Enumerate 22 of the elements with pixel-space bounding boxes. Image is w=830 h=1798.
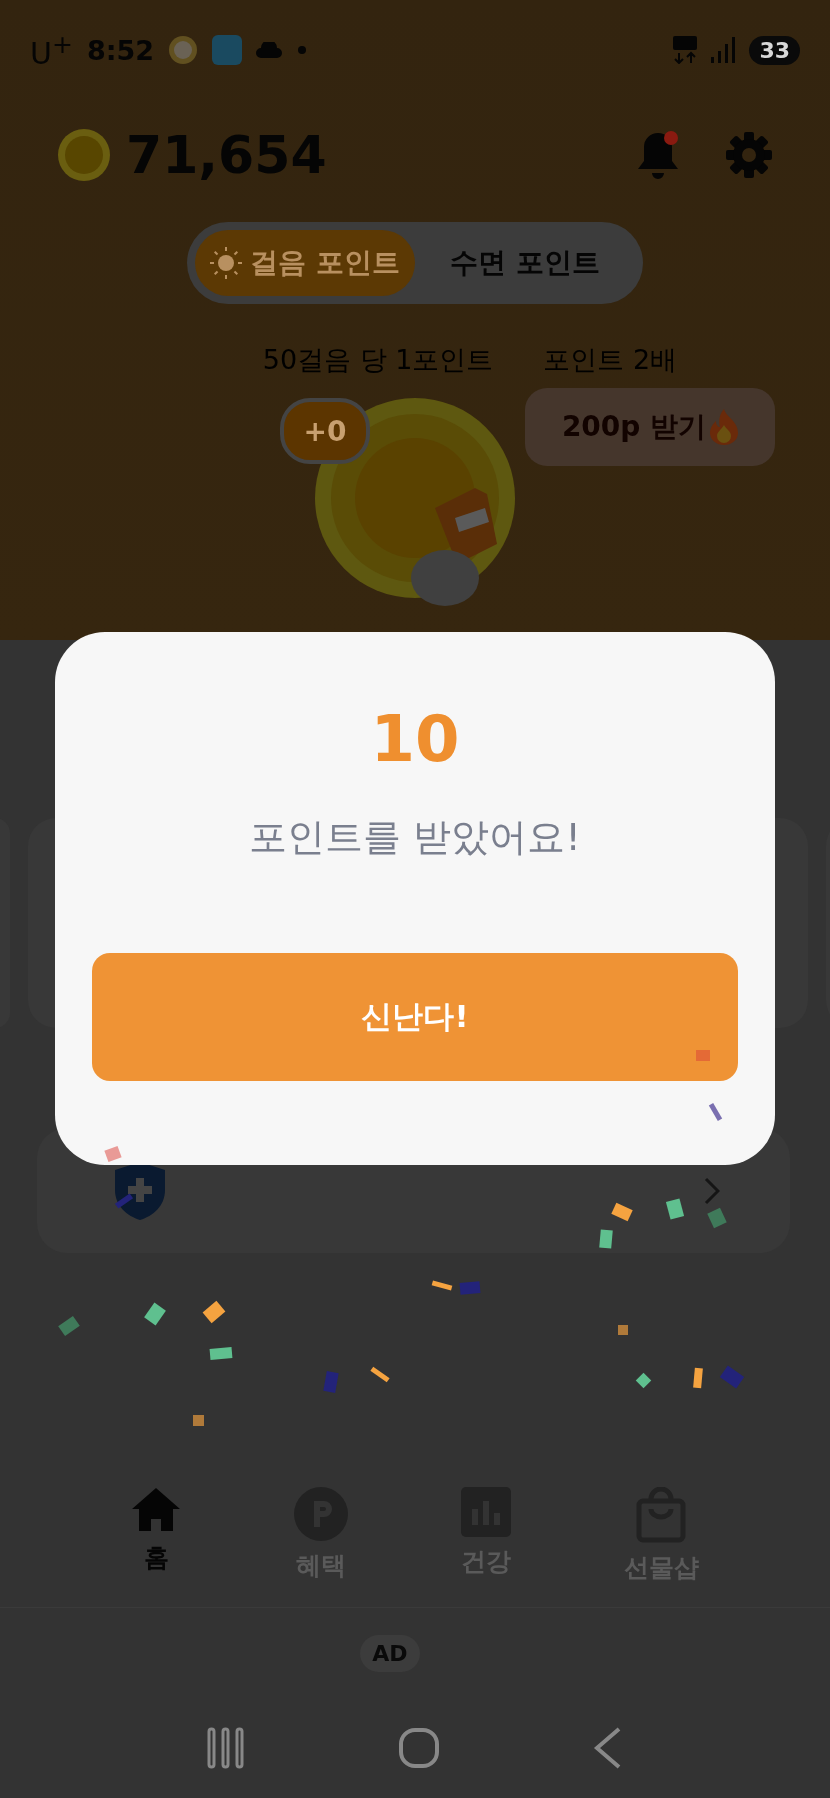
bell-icon [636, 131, 680, 179]
cloud-icon [256, 42, 285, 58]
settings-icon [726, 132, 772, 178]
dot-icon [298, 46, 307, 54]
signal-icon [711, 37, 736, 63]
reward-amount: 10 [370, 702, 460, 776]
home-icon [131, 1487, 182, 1533]
reward-message: 포인트를 받았어요! [249, 814, 581, 861]
app-icon [212, 35, 243, 65]
fire-icon [710, 409, 739, 445]
coin-icon [58, 129, 110, 181]
battery-level: 33 [749, 35, 800, 65]
chevron-icon [704, 1176, 720, 1205]
sun-icon [168, 35, 199, 65]
notification-button[interactable] [636, 131, 680, 179]
home-icon[interactable] [398, 1727, 440, 1769]
recent-apps-icon[interactable] [206, 1727, 245, 1769]
sun-icon [210, 247, 243, 279]
gained-badge: +0 [280, 398, 370, 464]
confirm-button[interactable]: 신난다! [92, 953, 738, 1081]
network-icon [673, 36, 698, 64]
mode-tab[interactable]: 걸음 포인트 [195, 230, 415, 296]
